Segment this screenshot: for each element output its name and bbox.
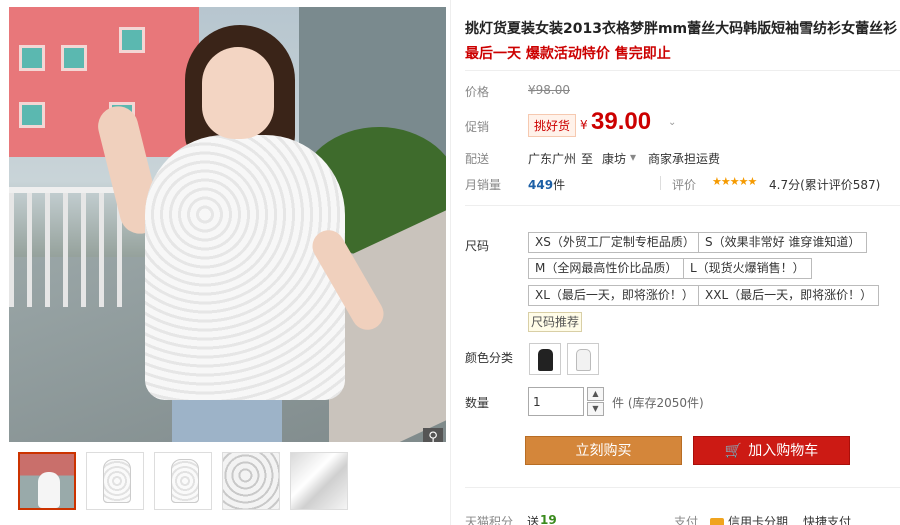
promo-tag: 挑好货 (528, 114, 577, 137)
monthly-sales-unit: 件 (553, 178, 566, 192)
zoom-icon[interactable]: ⚲ (423, 428, 443, 442)
add-to-cart-label: 加入购物车 (748, 443, 819, 459)
buy-now-button[interactable]: 立刻购买 (525, 436, 682, 465)
quantity-increase-button[interactable]: ▲ (587, 387, 604, 401)
size-option-m[interactable]: M（全网最高性价比品质） (528, 258, 685, 279)
credit-installment[interactable]: 信用卡分期 (710, 513, 788, 525)
size-option-xl[interactable]: XL（最后一天，即将涨价！） (528, 285, 701, 306)
thumbnail-model-front[interactable] (18, 452, 76, 510)
quick-pay[interactable]: 快捷支付 (803, 513, 851, 525)
size-option-s[interactable]: S（效果非常好 谁穿谁知道） (698, 232, 868, 253)
add-to-cart-button[interactable]: 🛒 加入购物车 (693, 436, 850, 465)
quantity-label: 数量 (465, 396, 490, 410)
rating-summary[interactable]: 4.7分(累计评价587) (769, 176, 880, 193)
quantity-decrease-button[interactable]: ▼ (587, 402, 604, 416)
promo-price: 39.00 (591, 108, 652, 135)
color-label: 颜色分类 (465, 351, 514, 365)
cart-icon: 🛒 (724, 443, 743, 459)
points-value: 19 (540, 513, 557, 525)
railing (9, 187, 129, 307)
divider (465, 205, 900, 206)
shipping-to-word: 至 (581, 152, 594, 166)
shipping-label: 配送 (465, 152, 490, 166)
size-option-l[interactable]: L（现货火爆销售！） (683, 258, 812, 279)
divider (465, 70, 900, 71)
original-price: ¥98.00 (528, 83, 570, 97)
model-figure (93, 25, 390, 442)
size-option-xxl[interactable]: XXL（最后一天，即将涨价！） (698, 285, 880, 306)
quantity-input[interactable] (528, 387, 584, 416)
color-swatch-black[interactable] (529, 343, 561, 375)
color-swatch-white[interactable] (567, 343, 599, 375)
thumbnail-shirt-front[interactable] (86, 452, 144, 510)
price-label: 价格 (465, 85, 490, 99)
product-subtitle: 最后一天 爆款活动特价 售完即止 (465, 46, 671, 62)
stock-info: 件 (库存2050件) (612, 396, 704, 410)
currency-symbol: ¥ (580, 118, 588, 132)
promo-label: 促销 (465, 120, 490, 134)
shipping-from: 广东广州 (528, 152, 577, 166)
pay-label: 支付 (674, 515, 699, 525)
price-expand-icon[interactable]: ⌄ (668, 117, 676, 128)
monthly-sales-count: 449 (528, 178, 554, 192)
size-recommend-link[interactable]: 尺码推荐 (528, 312, 583, 332)
points-label: 天猫积分 (465, 515, 514, 525)
divider (660, 176, 661, 190)
main-product-image[interactable]: ⚲ (9, 7, 446, 442)
thumbnail-lace-closeup[interactable] (222, 452, 280, 510)
shipping-destination[interactable]: 康坊 (602, 150, 626, 167)
monthly-sales-label: 月销量 (465, 178, 502, 192)
points-prefix: 送 (527, 515, 540, 525)
credit-card-icon (710, 517, 724, 525)
thumbnail-strip (18, 452, 348, 510)
size-label: 尺码 (465, 239, 490, 253)
thumbnail-shirt-back[interactable] (154, 452, 212, 510)
divider (465, 487, 900, 488)
size-option-xs[interactable]: XS（外贸工厂定制专柜品质） (528, 232, 702, 253)
shipping-note: 商家承担运费 (648, 152, 721, 166)
product-title: 挑灯货夏装女装2013衣格梦胖mm蕾丝大码韩版短袖雪纺衫女蕾丝衫 (465, 21, 898, 37)
thumbnail-fabric-closeup[interactable] (290, 452, 348, 510)
review-label: 评价 (672, 178, 697, 192)
destination-dropdown-icon[interactable]: ▾ (630, 150, 636, 164)
panel-divider (450, 0, 451, 525)
rating-stars-icon: ★★★★★ (712, 175, 757, 188)
